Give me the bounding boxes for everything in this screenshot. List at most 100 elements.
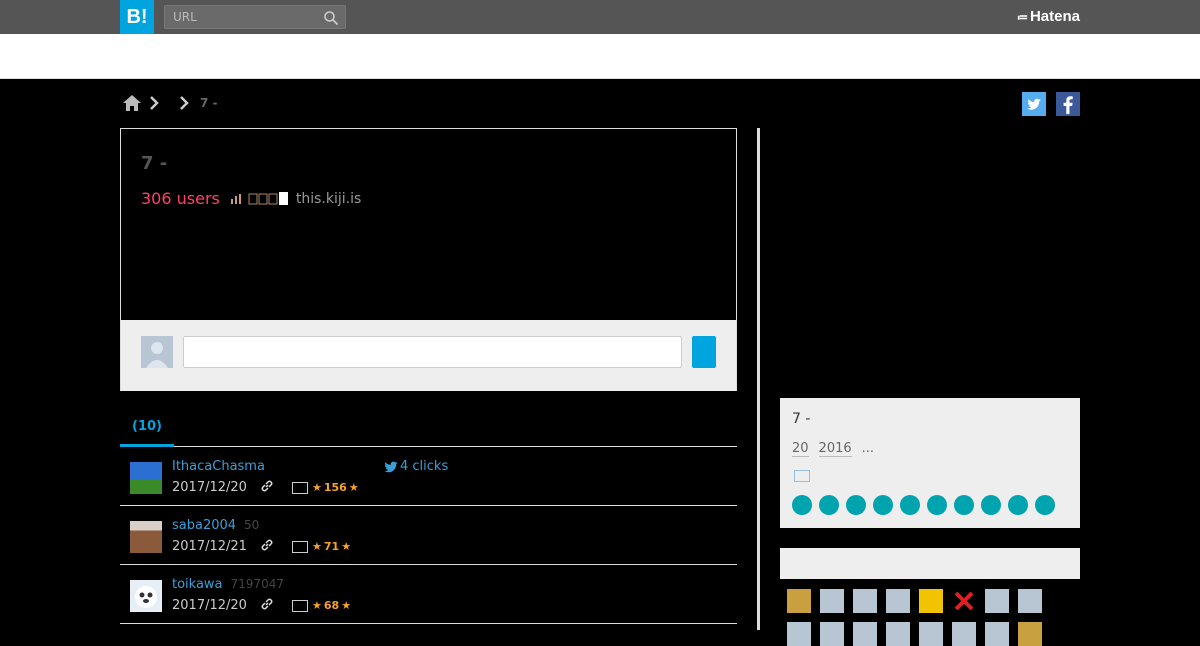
add-star-icon[interactable]: [292, 599, 308, 612]
url-search-box: [164, 5, 346, 29]
star-count[interactable]: 68: [324, 599, 339, 612]
user-avatar[interactable]: [820, 589, 844, 613]
users-count[interactable]: 306 users: [141, 189, 220, 208]
facebook-share-button[interactable]: [1056, 92, 1080, 116]
tab-popular[interactable]: (10): [120, 410, 174, 447]
bookmark-row: IthacaChasma 4 clicks 2017/12/20 ★ 156 ★: [120, 447, 737, 506]
star-count[interactable]: 71: [324, 540, 339, 553]
bear-avatar-icon: [135, 586, 157, 608]
user-avatar-grid: [787, 622, 1042, 646]
status-dot: [846, 495, 866, 515]
chevron-right-icon: [150, 96, 159, 110]
bookmark-row: toikawa 7197047 2017/12/20 ★ 68 ★: [120, 565, 737, 624]
user-avatar[interactable]: [886, 622, 910, 646]
meta-more[interactable]: ...: [862, 441, 874, 457]
user-bookmark-count: 7197047: [230, 577, 284, 591]
entry-domain-text: this.kiji.is: [295, 190, 362, 207]
user-avatar[interactable]: [919, 589, 943, 613]
related-entry-title[interactable]: 7 -: [792, 411, 810, 427]
entry-info-row: 306 users this.kiji.is: [141, 189, 361, 208]
url-search-input[interactable]: [165, 6, 315, 28]
column-divider: [757, 128, 760, 630]
entry-card: 7 - 306 users this.kiji.is: [120, 128, 737, 391]
meta-item[interactable]: 20: [792, 441, 809, 457]
top-bar: B! ≔Hatena: [0, 0, 1200, 34]
bookmark-row: saba2004 50 2017/12/21 ★ 71 ★: [120, 506, 737, 565]
star-icon[interactable]: ★: [341, 540, 351, 553]
link-icon[interactable]: [260, 597, 274, 611]
user-avatar[interactable]: [787, 589, 811, 613]
user-avatar[interactable]: [853, 589, 877, 613]
close-icon: [954, 591, 974, 611]
comment-input[interactable]: [183, 336, 682, 368]
star-icon[interactable]: ★: [349, 481, 359, 494]
favicon-icon: [248, 191, 288, 205]
sidebar-header-box: [780, 548, 1080, 579]
add-bookmark-button[interactable]: [692, 336, 716, 368]
breadcrumb: 7 -: [122, 92, 218, 114]
user-avatar[interactable]: [820, 622, 844, 646]
related-entry-meta: 20 2016 ...: [792, 441, 874, 457]
related-entry-card: 7 - 20 2016 ...: [780, 398, 1080, 528]
user-avatar[interactable]: [886, 589, 910, 613]
user-avatar[interactable]: [1018, 589, 1042, 613]
username[interactable]: toikawa: [172, 577, 223, 592]
hatena-mark-icon: ≔: [1016, 12, 1028, 24]
link-icon[interactable]: [260, 479, 274, 493]
status-dot: [1008, 495, 1028, 515]
hatena-brand-text: Hatena: [1029, 8, 1080, 25]
add-star-icon[interactable]: [292, 481, 308, 494]
bookmark-date[interactable]: 2017/12/20: [172, 480, 247, 495]
star-icon: ★: [312, 481, 322, 494]
user-bookmark-count: 50: [244, 518, 260, 532]
hatena-brand-link[interactable]: ≔ Hatena: [1017, 8, 1080, 25]
entry-domain[interactable]: this.kiji.is: [230, 191, 361, 207]
user-avatar-grid: [787, 589, 1042, 613]
home-icon[interactable]: [122, 94, 142, 112]
bookmark-date[interactable]: 2017/12/20: [172, 598, 247, 613]
user-avatar[interactable]: [130, 462, 162, 494]
meta-item[interactable]: 2016: [818, 441, 852, 457]
user-avatar[interactable]: [1018, 622, 1042, 646]
star-icon[interactable]: ★: [341, 599, 351, 612]
user-avatar[interactable]: [130, 580, 162, 612]
username[interactable]: saba2004: [172, 518, 236, 533]
breadcrumb-title: 7 -: [200, 96, 218, 110]
user-avatar[interactable]: [787, 622, 811, 646]
user-avatar[interactable]: [952, 589, 976, 613]
chevron-right-icon: [180, 96, 189, 110]
status-dot: [954, 495, 974, 515]
user-avatar[interactable]: [985, 589, 1009, 613]
user-avatar[interactable]: [919, 622, 943, 646]
twitter-share-button[interactable]: [1022, 92, 1046, 116]
star-count[interactable]: 156: [324, 481, 347, 494]
hatena-bookmark-logo[interactable]: B!: [120, 0, 154, 34]
status-dots: [792, 495, 1055, 515]
star-icon: ★: [312, 540, 322, 553]
bookmark-date[interactable]: 2017/12/21: [172, 539, 247, 554]
link-icon[interactable]: [260, 538, 274, 552]
comment-form: [121, 320, 736, 391]
search-icon[interactable]: [323, 10, 339, 26]
status-dot: [900, 495, 920, 515]
current-user-avatar: [141, 336, 173, 368]
status-dot: [981, 495, 1001, 515]
add-star-icon[interactable]: [292, 540, 308, 553]
add-star-icon[interactable]: [794, 470, 810, 482]
entry-title[interactable]: 7 -: [141, 153, 167, 174]
user-avatar[interactable]: [853, 622, 877, 646]
default-user-icon: [146, 342, 168, 368]
clicks-link[interactable]: 4 clicks: [384, 459, 448, 474]
user-avatar[interactable]: [985, 622, 1009, 646]
twitter-icon: [1027, 98, 1041, 110]
star-area: ★ 68 ★: [292, 599, 351, 612]
clicks-text: 4 clicks: [400, 459, 449, 474]
status-dot: [792, 495, 812, 515]
chart-icon: [230, 193, 241, 204]
ad-banner-area: [0, 34, 1200, 79]
star-area: ★ 156 ★: [292, 481, 359, 494]
username[interactable]: IthacaChasma: [172, 459, 265, 474]
user-avatar[interactable]: [130, 521, 162, 553]
status-dot: [819, 495, 839, 515]
user-avatar[interactable]: [952, 622, 976, 646]
